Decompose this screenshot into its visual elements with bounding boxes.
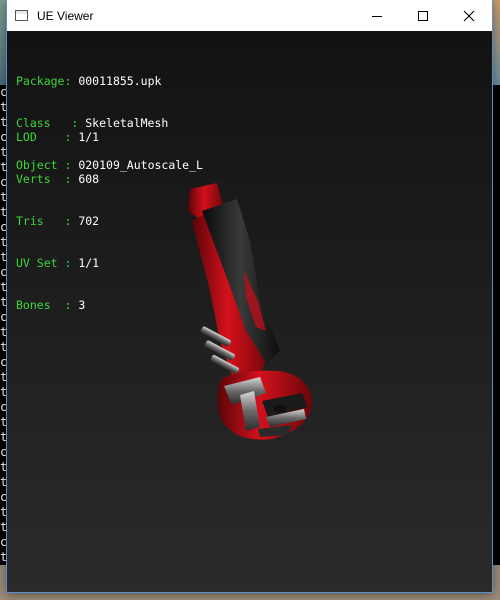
maximize-button[interactable] [400, 0, 446, 31]
desktop-background: cttcttcttcttcttcttcttcttcttcttct UE View… [0, 0, 500, 600]
3d-viewport[interactable]: Package: 00011855.upk Class : SkeletalMe… [7, 31, 492, 592]
uvset-label: UV Set [16, 256, 58, 270]
tris-label: Tris [16, 214, 44, 228]
maximize-icon [418, 10, 428, 21]
package-row: Package: 00011855.upk [16, 74, 162, 88]
tris-value: 702 [78, 214, 100, 228]
verts-row: Verts : 608 [16, 172, 100, 186]
uvset-value: 1/1 [78, 256, 100, 270]
ue-viewer-window: UE Viewer Package: 00011855.upk Class: … [7, 0, 492, 592]
lod-value: 1/1 [78, 130, 100, 144]
background-window-right [492, 0, 500, 85]
minimize-icon [372, 15, 382, 17]
close-icon [463, 10, 475, 21]
close-button[interactable] [446, 0, 492, 31]
title-bar[interactable]: UE Viewer [7, 0, 492, 31]
package-value: 00011855.upk [78, 74, 162, 88]
verts-value: 608 [78, 172, 100, 186]
tris-row: Tris : 702 [16, 214, 100, 228]
verts-label: Verts [16, 172, 51, 186]
window-title: UE Viewer [37, 8, 94, 23]
mesh-stats-block: LOD : 1/1 Verts : 608 Tris : 702 UV Set … [16, 102, 99, 340]
uvset-row: UV Set : 1/1 [16, 256, 100, 270]
package-label: Package [16, 74, 65, 88]
bones-value: 3 [78, 298, 86, 312]
skeletal-mesh-render[interactable] [162, 181, 332, 441]
bones-label: Bones [16, 298, 51, 312]
lod-label: LOD [16, 130, 37, 144]
bones-row: Bones : 3 [16, 298, 86, 312]
lod-row: LOD : 1/1 [16, 130, 100, 144]
app-window-icon [15, 10, 28, 21]
minimize-button[interactable] [354, 0, 400, 31]
